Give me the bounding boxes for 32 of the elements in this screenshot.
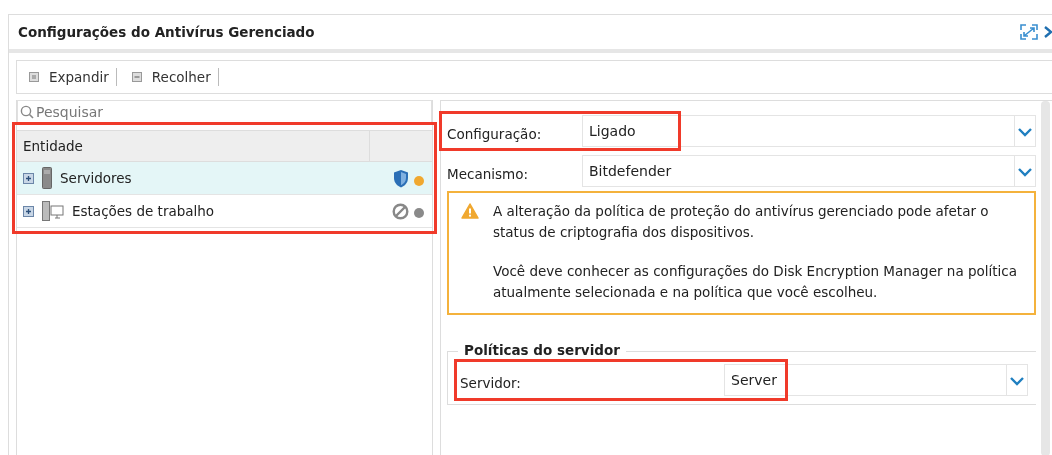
warning-icon (461, 203, 479, 219)
search-field[interactable]: Pesquisar (17, 100, 432, 124)
expand-icon (23, 172, 34, 184)
chevron-down-icon (1009, 374, 1025, 386)
search-icon (20, 105, 34, 119)
group-title: Políticas do servidor (458, 342, 626, 358)
dropdown[interactable]: Ligado (582, 115, 1036, 147)
warning-text: A alteração da política de proteção do antivírus gerenciado pode afetar o status de criptografia dos dispositivos. (493, 202, 990, 242)
scrollbar[interactable] (1041, 101, 1050, 455)
warning-text: Você deve conhecer as configurações do Disk Encryption Manager na política atualmente selecionada e na política que você escolheu. (493, 262, 1019, 302)
expand-button[interactable]: Expandir (29, 69, 109, 85)
tree-item-label: Estações de trabalho (72, 203, 216, 219)
field-label: Configuração: (447, 125, 543, 142)
maximize-icon[interactable] (1020, 24, 1038, 40)
server-icon (42, 167, 52, 189)
chevron-down-icon (1017, 165, 1033, 177)
chevron-down-icon (1017, 125, 1033, 137)
tree-item-label: Servidores (60, 170, 133, 186)
expand-icon (29, 72, 39, 82)
field-label: Mecanismo: (447, 165, 529, 182)
dropdown[interactable]: Bitdefender (582, 155, 1036, 187)
column-header: Entidade (22, 137, 84, 156)
collapse-icon (131, 72, 142, 82)
tree-row[interactable]: Servidores (17, 162, 432, 195)
search-input[interactable]: Pesquisar (36, 104, 336, 120)
field-label: Servidor: (460, 374, 522, 391)
tree-row[interactable]: Estações de trabalho (17, 195, 432, 228)
window-title: Configurações do Antivírus Gerenciado (18, 24, 315, 40)
workstation-icon (42, 201, 64, 221)
collapse-button[interactable]: Recolher (131, 69, 211, 85)
expand-icon (23, 205, 34, 217)
dropdown[interactable]: Server (724, 364, 1028, 396)
